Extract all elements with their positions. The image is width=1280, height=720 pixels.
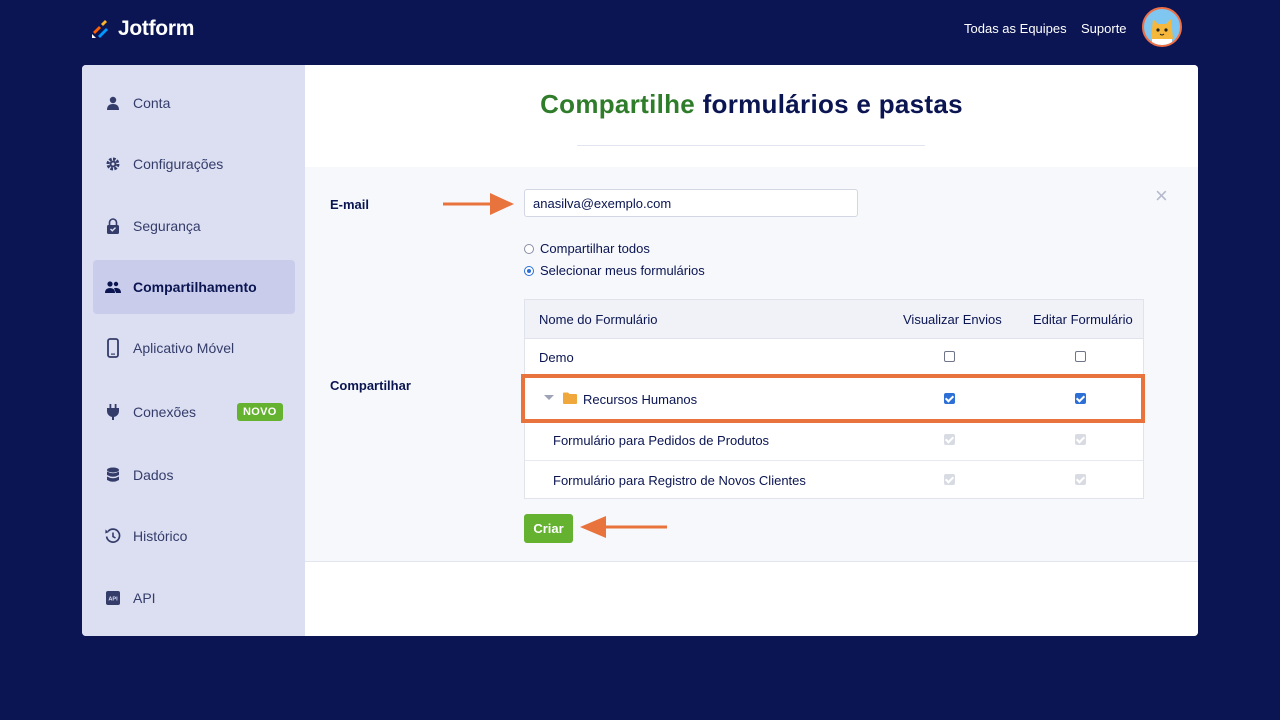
jotform-logo[interactable]: Jotform (90, 15, 194, 43)
radio-select-forms-label: Selecionar meus formulários (540, 263, 705, 278)
share-label: Compartilhar (330, 378, 411, 393)
settings-card: Conta Configurações Segurança Compartilh… (82, 65, 1198, 636)
header-form-name: Nome do Formulário (539, 312, 658, 327)
form-name-demo: Demo (539, 350, 574, 365)
link-todas-as-equipes[interactable]: Todas as Equipes (964, 21, 1067, 36)
radio-select-forms[interactable]: Selecionar meus formulários (524, 263, 705, 278)
sidebar-item-configuracoes[interactable]: Configurações (93, 137, 295, 191)
plug-icon (105, 404, 121, 420)
sidebar-item-label: Compartilhamento (133, 279, 257, 295)
title-accent: Compartilhe (540, 89, 696, 119)
logo-text: Jotform (118, 17, 195, 40)
title-divider (577, 145, 925, 146)
view-checkbox-demo[interactable] (944, 351, 955, 362)
title-rest: formulários e pastas (695, 89, 963, 119)
api-icon: API (105, 590, 121, 606)
sidebar: Conta Configurações Segurança Compartilh… (82, 65, 305, 636)
radio-share-all-circle[interactable] (524, 243, 534, 254)
database-icon (105, 467, 121, 483)
form-name-registro: Formulário para Registro de Novos Client… (553, 473, 806, 488)
share-panel: × E-mail Compartilhar todos Selecionar m… (305, 167, 1198, 562)
sidebar-item-api[interactable]: API API (93, 571, 295, 625)
arrow-right-icon (443, 193, 514, 215)
sidebar-item-label: Configurações (133, 156, 224, 172)
new-badge: NOVO (237, 403, 283, 421)
table-row: Formulário para Pedidos de Produtos (525, 421, 1143, 461)
sidebar-item-label: Conexões (133, 404, 197, 420)
view-checkbox-pedidos (944, 434, 955, 445)
main-content: Compartilhe formulários e pastas × E-mai… (305, 65, 1198, 636)
highlight-box (521, 374, 1145, 423)
gear-icon (105, 156, 121, 172)
sidebar-item-compartilhamento[interactable]: Compartilhamento (93, 260, 295, 314)
email-input[interactable] (524, 189, 858, 217)
table-row: Formulário para Registro de Novos Client… (525, 461, 1143, 498)
edit-checkbox-demo[interactable] (1075, 351, 1086, 362)
top-bar: Jotform Todas as Equipes Suporte (0, 0, 1280, 60)
phone-icon (105, 338, 121, 358)
sidebar-item-conta[interactable]: Conta (93, 76, 295, 130)
sidebar-item-label: API (133, 590, 156, 606)
radio-share-all[interactable]: Compartilhar todos (524, 241, 650, 256)
edit-checkbox-registro (1075, 474, 1086, 485)
table-row: Demo (525, 338, 1143, 377)
arrow-left-icon (580, 516, 667, 538)
jotform-logo-icon (92, 20, 108, 38)
page-title: Compartilhe formulários e pastas (305, 89, 1198, 120)
users-icon (105, 279, 121, 295)
form-name-pedidos: Formulário para Pedidos de Produtos (553, 433, 770, 448)
link-suporte[interactable]: Suporte (1081, 21, 1127, 36)
svg-text:API: API (108, 597, 118, 603)
close-icon[interactable]: × (1155, 185, 1168, 207)
radio-select-forms-circle[interactable] (524, 265, 534, 276)
header-view-submissions: Visualizar Envios (903, 312, 1002, 327)
sidebar-item-label: Dados (133, 467, 174, 483)
user-icon (105, 95, 121, 111)
lock-icon (105, 218, 121, 234)
sidebar-item-historico[interactable]: Histórico (93, 509, 295, 563)
header-edit-form: Editar Formulário (1033, 312, 1133, 327)
sidebar-item-dados[interactable]: Dados (93, 448, 295, 502)
cat-avatar-icon (1151, 19, 1173, 45)
avatar[interactable] (1142, 7, 1182, 47)
sidebar-item-label: Aplicativo Móvel (133, 340, 235, 356)
create-button[interactable]: Criar (524, 514, 573, 543)
view-checkbox-registro (944, 474, 955, 485)
sidebar-item-label: Segurança (133, 218, 201, 234)
edit-checkbox-pedidos (1075, 434, 1086, 445)
sidebar-item-seguranca[interactable]: Segurança (93, 199, 295, 253)
radio-share-all-label: Compartilhar todos (540, 241, 650, 256)
history-icon (105, 528, 121, 544)
sidebar-item-label: Conta (133, 95, 171, 111)
sidebar-item-label: Histórico (133, 528, 188, 544)
sidebar-item-conexoes[interactable]: Conexões NOVO (93, 385, 295, 439)
email-label: E-mail (330, 197, 370, 212)
table-header: Nome do Formulário Visualizar Envios Edi… (525, 300, 1143, 339)
sidebar-item-aplicativo-movel[interactable]: Aplicativo Móvel (93, 321, 295, 375)
